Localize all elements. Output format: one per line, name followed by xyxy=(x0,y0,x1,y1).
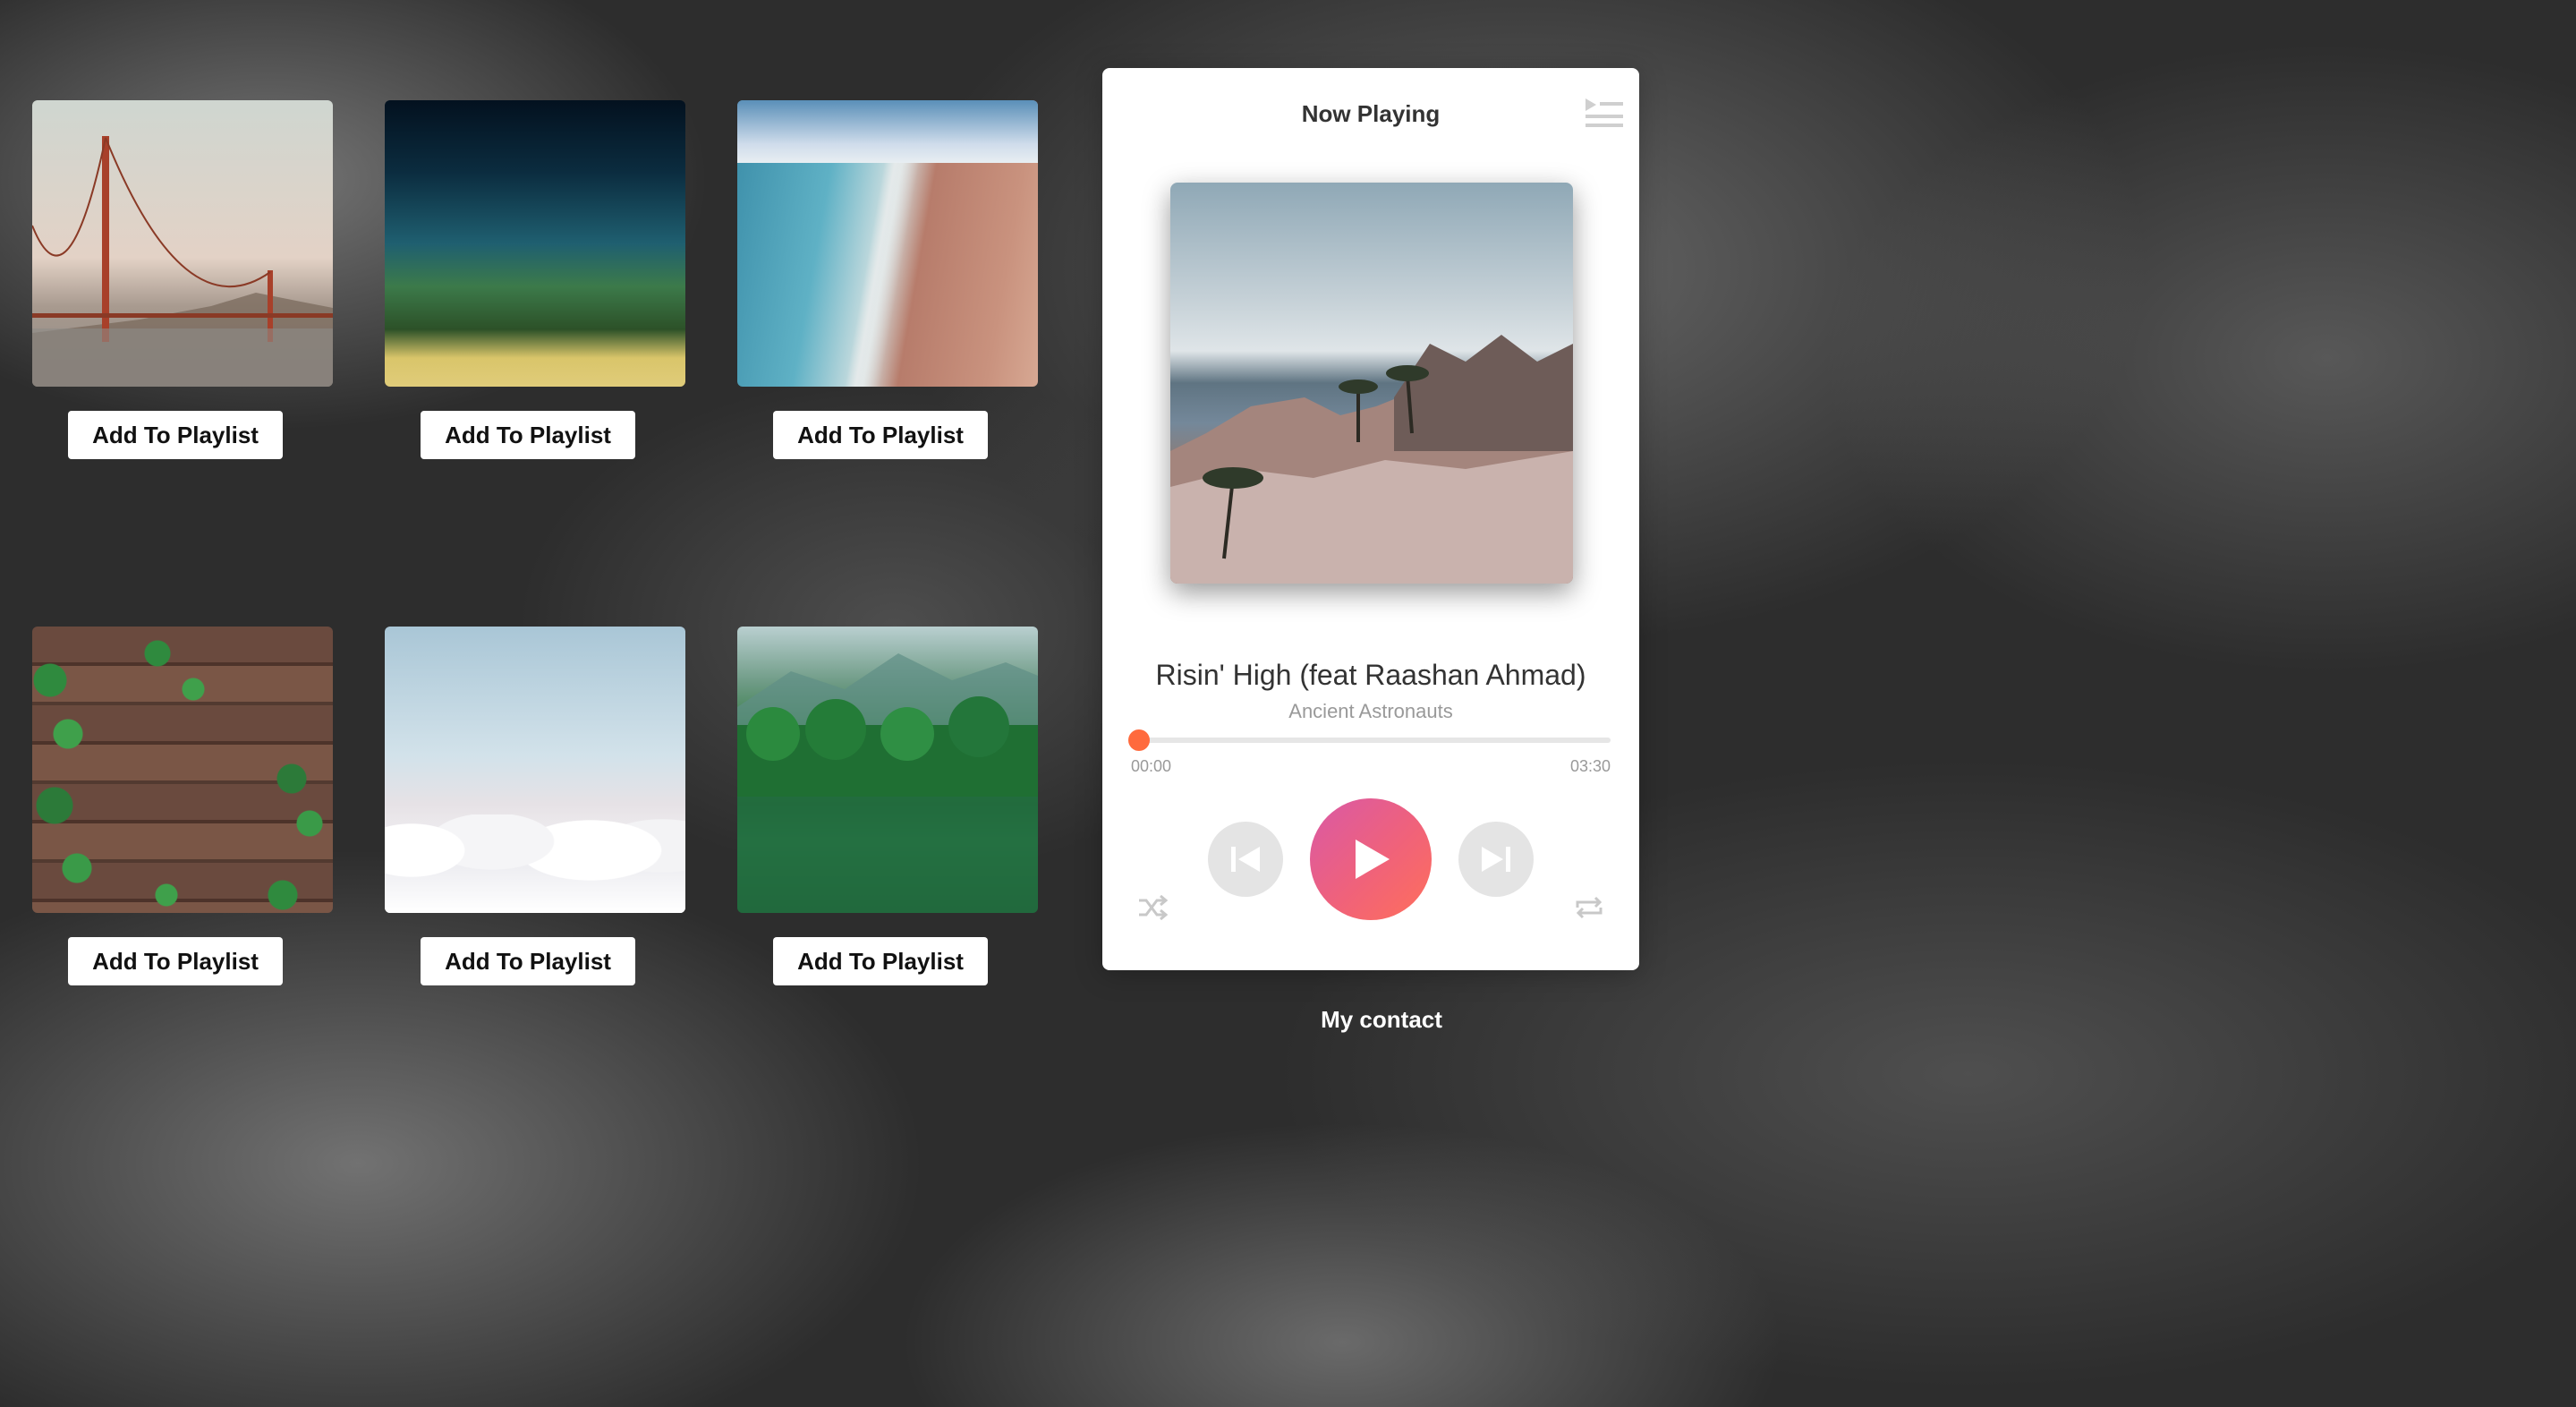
coast-thumbnail xyxy=(385,100,685,387)
play-button[interactable] xyxy=(1310,798,1432,920)
gallery-card-bridge: Add To Playlist xyxy=(32,100,333,459)
gallery-card-coast: Add To Playlist xyxy=(385,100,685,459)
lake-thumbnail xyxy=(737,627,1038,913)
music-player: Now Playing Risin' High (feat Raashan Ah… xyxy=(1102,68,1639,970)
play-icon xyxy=(1356,840,1390,879)
add-to-playlist-button[interactable]: Add To Playlist xyxy=(773,937,988,985)
add-to-playlist-button[interactable]: Add To Playlist xyxy=(421,411,635,459)
progress-knob[interactable] xyxy=(1127,729,1150,751)
total-time: 03:30 xyxy=(1569,757,1611,775)
add-to-playlist-button[interactable]: Add To Playlist xyxy=(68,411,283,459)
playlist-icon[interactable] xyxy=(1584,97,1625,129)
repeat-icon xyxy=(1576,896,1603,919)
repeat-button[interactable] xyxy=(1571,890,1607,925)
add-to-playlist-button[interactable]: Add To Playlist xyxy=(773,411,988,459)
clouds-thumbnail xyxy=(385,627,685,913)
gallery-card-clouds: Add To Playlist xyxy=(385,627,685,985)
shuffle-button[interactable] xyxy=(1135,890,1170,925)
ivy-wall-thumbnail xyxy=(32,627,333,913)
song-title: Risin' High (feat Raashan Ahmad) xyxy=(1155,659,1586,691)
add-to-playlist-button[interactable]: Add To Playlist xyxy=(421,937,635,985)
current-time: 00:00 xyxy=(1131,757,1172,775)
gallery-card-lake: Add To Playlist xyxy=(737,627,1038,985)
progress-bar[interactable] xyxy=(1127,729,1611,751)
next-button[interactable] xyxy=(1458,822,1534,897)
bridge-thumbnail xyxy=(32,100,333,387)
next-icon xyxy=(1482,847,1510,872)
artist-name: Ancient Astronauts xyxy=(1288,700,1453,722)
now-playing-title: Now Playing xyxy=(1301,100,1441,127)
gallery-card-beach: Add To Playlist xyxy=(737,100,1038,459)
shuffle-icon xyxy=(1139,895,1168,920)
my-contact-link[interactable]: My contact xyxy=(1281,1006,1482,1034)
add-to-playlist-button[interactable]: Add To Playlist xyxy=(68,937,283,985)
previous-button[interactable] xyxy=(1208,822,1283,897)
beach-thumbnail xyxy=(737,100,1038,387)
album-cover xyxy=(1170,183,1573,584)
gallery-card-wall: Add To Playlist xyxy=(32,627,333,985)
previous-icon xyxy=(1231,847,1260,872)
